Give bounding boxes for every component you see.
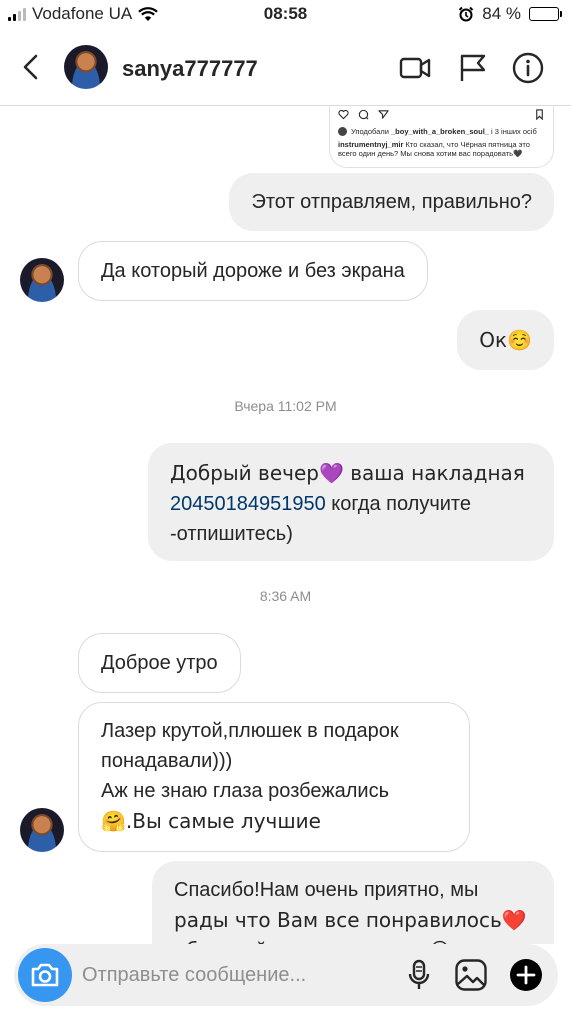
video-call-icon[interactable]: [398, 52, 432, 84]
message-line: -отпишитесь): [170, 519, 532, 549]
info-icon[interactable]: [511, 52, 545, 84]
battery-icon: [529, 7, 562, 21]
message-line: рады что Вам все понравилось❤️: [174, 908, 527, 932]
camera-button[interactable]: [18, 948, 72, 1002]
gallery-icon[interactable]: [454, 958, 488, 992]
message-thread[interactable]: Уподобали _boy_with_a_broken_soul_ і 3 і…: [0, 106, 571, 944]
heart-icon: [338, 109, 349, 120]
microphone-icon[interactable]: [402, 958, 436, 992]
message-line: Лазер крутой,плюшек в подарок: [101, 720, 399, 742]
likes-user: _boy_with_a_broken_soul_: [391, 127, 489, 136]
message-text: Да который дороже и без экрана: [101, 260, 405, 282]
message-line: 20450184951950 когда получите: [170, 489, 532, 519]
outgoing-message[interactable]: Этот отправляем, правильно?: [229, 173, 554, 231]
incoming-message[interactable]: Лазер крутой,плюшек в подарок понадавали…: [78, 702, 470, 852]
comment-icon: [358, 109, 369, 120]
outgoing-message[interactable]: Спасибо!Нам очень приятно, мы рады что В…: [152, 861, 554, 944]
share-icon: [378, 110, 389, 119]
outgoing-message[interactable]: Добрый вечер💜 ваша накладная 20450184951…: [148, 443, 554, 561]
timestamp: Вчера 11:02 PM: [234, 398, 337, 414]
message-line: обращайтесь к нам еще😊: [174, 935, 532, 944]
message-text: когда получите: [325, 493, 471, 515]
message-text: Ок☺️: [479, 328, 532, 352]
likes-text: Уподобали _boy_with_a_broken_soul_ і 3 і…: [351, 127, 537, 136]
message-text: Доброе утро: [101, 652, 218, 674]
caption-user: instrumentnyj_mir: [338, 140, 404, 149]
plus-circle-icon[interactable]: [509, 958, 543, 992]
message-text: Добрый вечер💜 ваша накладная: [170, 461, 525, 485]
liker-avatar: [338, 127, 347, 136]
incoming-message[interactable]: Доброе утро: [78, 633, 241, 693]
likes-suffix: і 3 інших осіб: [488, 127, 537, 136]
likes-prefix: Уподобали: [351, 127, 391, 136]
tracking-number-link[interactable]: 20450184951950: [170, 493, 326, 515]
alarm-icon: [459, 6, 474, 22]
message-line: Добрый вечер💜 ваша накладная: [170, 458, 532, 489]
incoming-message[interactable]: Да который дороже и без экрана: [78, 241, 428, 301]
message-line: Аж не знаю глаза розбежались: [101, 780, 390, 802]
post-actions: [338, 108, 545, 121]
message-line: 🤗.Вы самые лучшие: [101, 809, 321, 833]
bookmark-icon: [536, 109, 543, 120]
sender-avatar[interactable]: [20, 808, 64, 852]
shared-post-preview[interactable]: Уподобали _boy_with_a_broken_soul_ і 3 і…: [329, 106, 554, 168]
message-line: понадавали))): [101, 750, 233, 772]
avatar[interactable]: [64, 45, 108, 89]
timestamp: 8:36 AM: [259, 588, 312, 604]
camera-icon: [31, 963, 59, 987]
post-caption: instrumentnyj_mir Кто сказал, что Чёрная…: [338, 140, 545, 158]
message-text: -отпишитесь): [170, 523, 293, 545]
chat-header: sanya777777: [0, 30, 571, 106]
status-bar: Vodafone UA 08:58 84 %: [0, 0, 571, 30]
battery-percent: 84 %: [482, 4, 521, 23]
message-line: Спасибо!Нам очень приятно, мы: [174, 879, 479, 901]
flag-icon[interactable]: [457, 52, 491, 84]
status-right: 84 %: [458, 4, 562, 24]
chat-username[interactable]: sanya777777: [122, 56, 258, 82]
chevron-left-icon[interactable]: [18, 52, 44, 82]
message-input[interactable]: [82, 962, 402, 988]
outgoing-message[interactable]: Ок☺️: [457, 310, 554, 370]
post-likes: Уподобали _boy_with_a_broken_soul_ і 3 і…: [338, 127, 545, 136]
sender-avatar[interactable]: [20, 258, 64, 302]
message-composer: [14, 944, 558, 1006]
message-text: Этот отправляем, правильно?: [251, 191, 532, 213]
